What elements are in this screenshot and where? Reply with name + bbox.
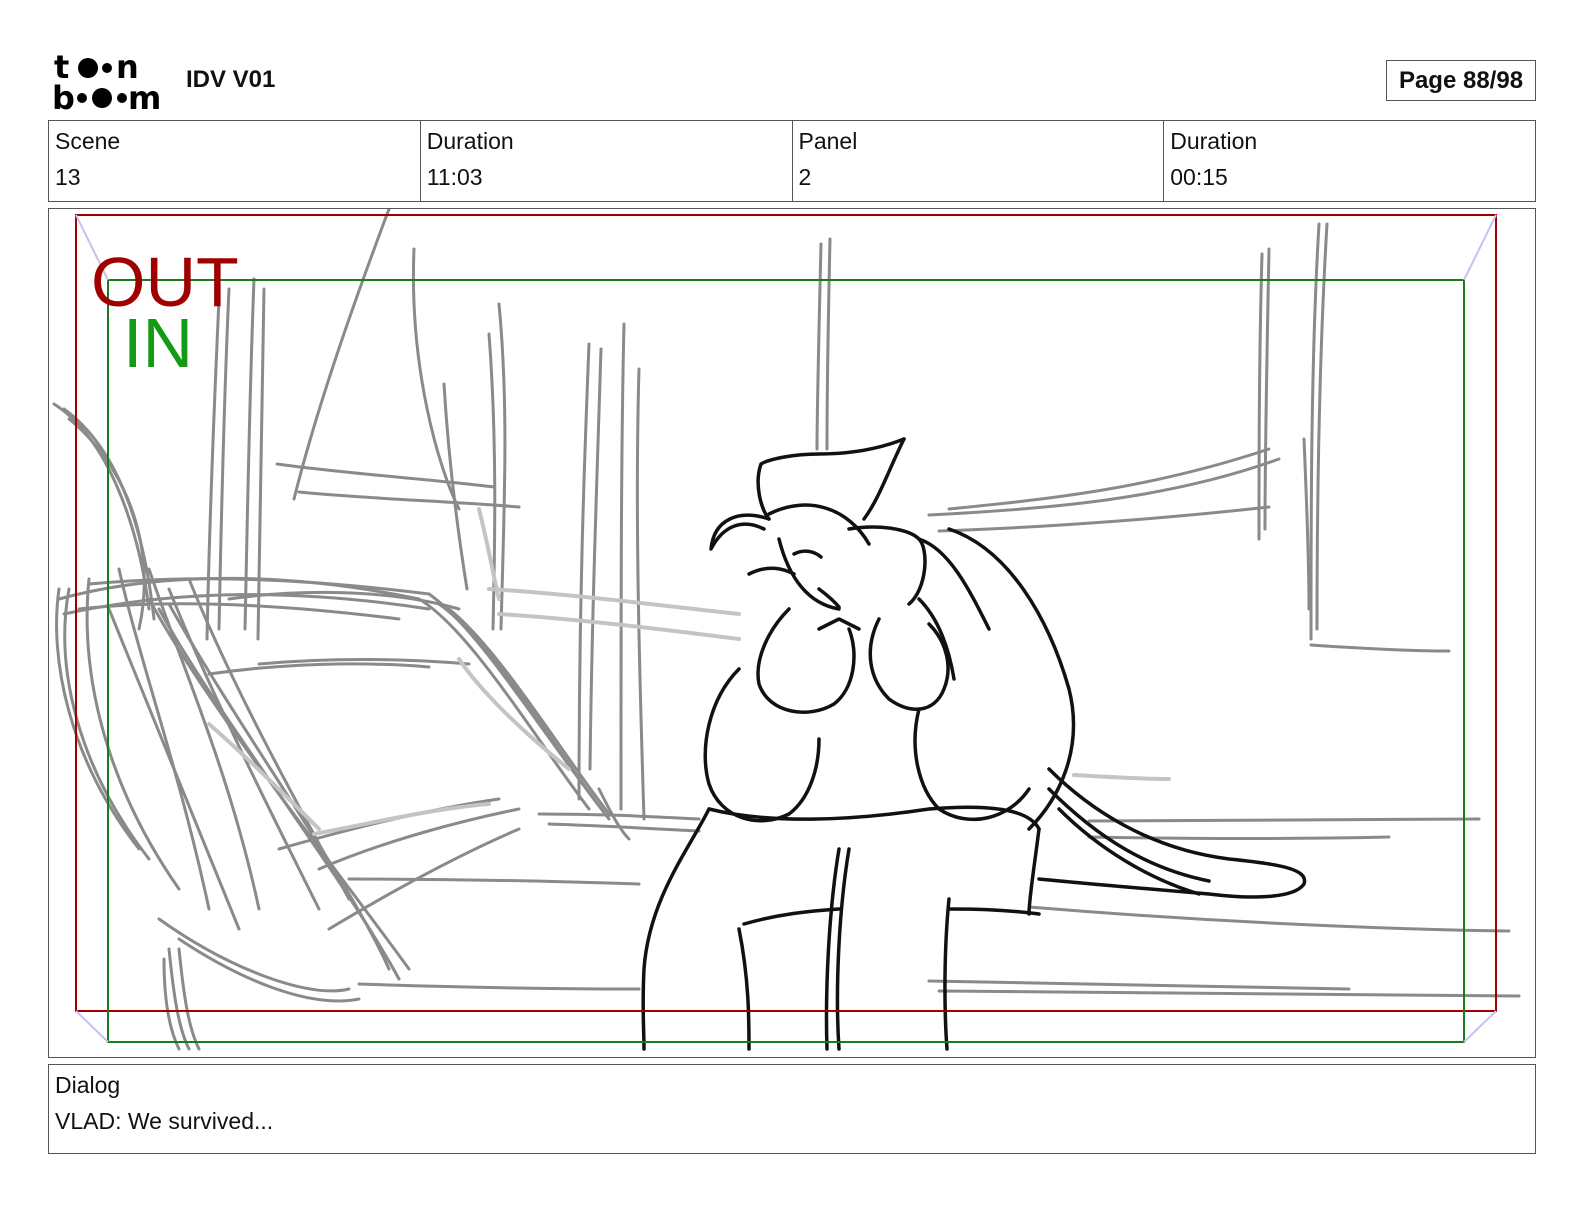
frame-corner-lines (75, 214, 1497, 1043)
dialog-label: Dialog (55, 1072, 121, 1098)
svg-text:m: m (128, 79, 161, 112)
scene-duration-label: Duration (426, 128, 514, 154)
panel-cell: Panel 2 (793, 121, 1165, 201)
scene-cell: Scene 13 (49, 121, 421, 201)
scene-label: Scene (55, 128, 121, 154)
toon-boom-logo: t n b m (52, 48, 164, 117)
panel-info-table: Scene 13 Duration 11:03 Panel 2 Duration… (48, 120, 1536, 202)
scene-duration-cell: Duration 11:03 (421, 121, 793, 201)
scene-duration-value: 11:03 (426, 164, 483, 190)
panel-label: Panel (798, 128, 858, 154)
dialog-box: Dialog VLAD: We survived... (48, 1064, 1536, 1154)
scene-value: 13 (55, 164, 81, 190)
svg-text:b: b (52, 79, 75, 112)
panel-value: 2 (798, 164, 812, 190)
background-sketch (52, 209, 1521, 1051)
panel-duration-cell: Duration 00:15 (1164, 121, 1535, 201)
panel-duration-value: 00:15 (1170, 164, 1228, 190)
panel-duration-label: Duration (1170, 128, 1258, 154)
page-indicator: Page 88/98 (1386, 60, 1536, 101)
in-label: IN (123, 304, 193, 382)
light-sketch (207, 507, 1171, 836)
storyboard-drawing: OUT IN (52, 209, 1521, 1051)
storyboard-panel: OUT IN (48, 208, 1536, 1058)
project-title: IDV V01 (186, 66, 276, 93)
dialog-text: VLAD: We survived... (55, 1108, 274, 1134)
